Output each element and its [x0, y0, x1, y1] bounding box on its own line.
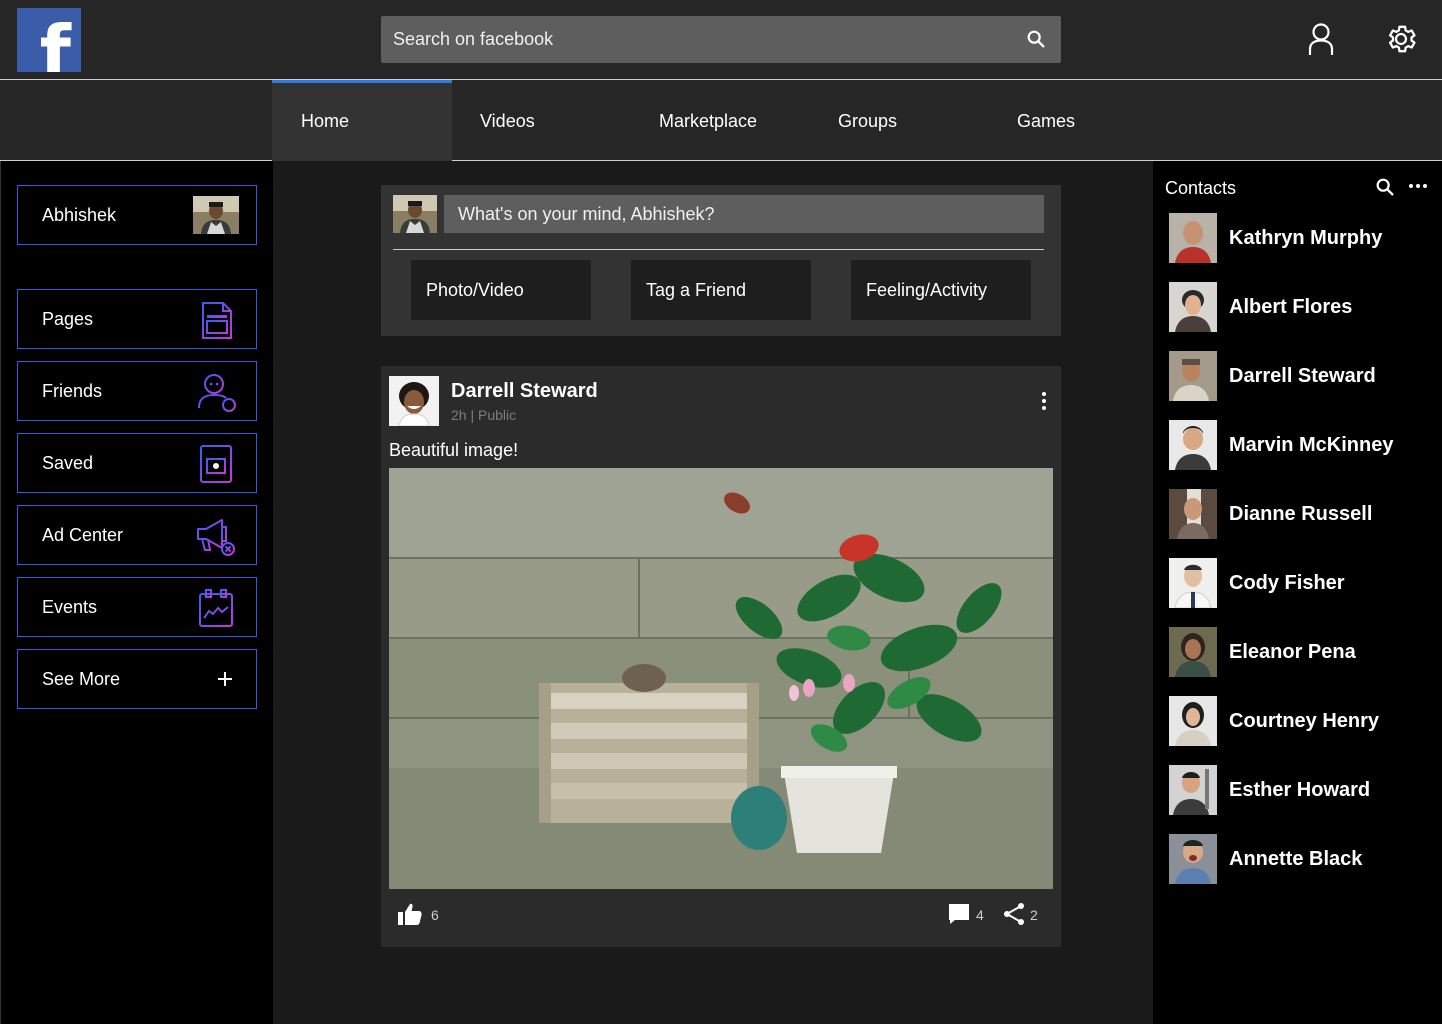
avatar	[193, 196, 239, 234]
sidebar-item-label: Ad Center	[42, 525, 124, 545]
whats-on-your-mind-input[interactable]	[444, 195, 1044, 233]
contact-item[interactable]: Courtney Henry	[1169, 696, 1429, 746]
sidebar-item-label: Events	[42, 597, 98, 617]
avatar	[1169, 558, 1217, 609]
tab-label: Games	[1017, 111, 1076, 131]
action-label: Photo/Video	[426, 280, 524, 300]
contact-name: Courtney Henry	[1229, 710, 1380, 732]
search-icon[interactable]	[1374, 176, 1396, 203]
tab-marketplace[interactable]: Marketplace	[630, 80, 810, 161]
post-image[interactable]	[389, 468, 1053, 889]
action-label: Feeling/Activity	[866, 280, 988, 300]
contact-name: Eleanor Pena	[1229, 641, 1356, 663]
contact-name: Darrell Steward	[1229, 365, 1376, 387]
friends-icon	[194, 370, 238, 414]
contacts-panel: Contacts Kathryn Murphy Albert Flores Da…	[1153, 161, 1442, 1024]
action-label: Tag a Friend	[646, 280, 747, 300]
sidebar-item-events[interactable]: Events	[17, 577, 257, 637]
sidebar-item-friends[interactable]: Friends	[17, 361, 257, 421]
avatar	[1169, 351, 1217, 401]
contact-name: Dianne Russell	[1229, 503, 1373, 525]
pages-icon	[194, 298, 238, 342]
contact-name: Albert Flores	[1229, 296, 1353, 318]
tab-groups[interactable]: Groups	[809, 80, 989, 161]
contact-item[interactable]: Eleanor Pena	[1169, 627, 1429, 677]
tab-videos[interactable]: Videos	[451, 80, 631, 161]
like-count: 6	[431, 907, 439, 923]
contact-item[interactable]: Kathryn Murphy	[1169, 213, 1429, 263]
ad-center-icon	[194, 514, 238, 558]
contact-name: Kathryn Murphy	[1229, 227, 1383, 249]
post-text: Beautiful image!	[389, 440, 519, 460]
search-icon[interactable]	[1025, 28, 1047, 55]
sidebar-profile[interactable]: Abhishek	[17, 185, 257, 245]
avatar	[393, 195, 437, 233]
sidebar-item-label: Friends	[42, 381, 103, 401]
contact-item[interactable]: Albert Flores	[1169, 282, 1429, 332]
events-icon	[194, 586, 238, 630]
contact-item[interactable]: Esther Howard	[1169, 765, 1429, 815]
sidebar-item-label: Pages	[42, 309, 94, 329]
sidebar-item-label: Saved	[42, 453, 94, 473]
tag-friend-button[interactable]: Tag a Friend	[631, 260, 811, 320]
post-author[interactable]: Darrell Steward	[451, 380, 598, 403]
tab-label: Groups	[838, 111, 898, 131]
saved-icon	[194, 442, 238, 486]
contact-name: Annette Black	[1229, 848, 1363, 870]
more-options-icon[interactable]	[1408, 176, 1428, 201]
tab-home[interactable]: Home	[272, 80, 452, 161]
contact-item[interactable]: Annette Black	[1169, 834, 1429, 884]
avatar	[1169, 489, 1217, 539]
contact-item[interactable]: Dianne Russell	[1169, 489, 1429, 539]
comment-count: 4	[976, 907, 984, 923]
search-input[interactable]	[381, 16, 1001, 63]
contact-name: Marvin McKinney	[1229, 434, 1394, 456]
tab-games[interactable]: Games	[988, 80, 1168, 161]
post-meta: 2h | Public	[451, 407, 517, 423]
main-nav: Home Videos Marketplace Groups Games	[0, 80, 1442, 161]
divider	[393, 249, 1044, 250]
avatar	[1169, 834, 1217, 884]
avatar	[1169, 696, 1217, 746]
contact-item[interactable]: Marvin McKinney	[1169, 420, 1429, 470]
sidebar-item-label: See More	[42, 669, 121, 689]
like-icon[interactable]	[397, 902, 423, 931]
plus-icon	[216, 670, 234, 688]
avatar[interactable]	[389, 376, 439, 427]
feeling-activity-button[interactable]: Feeling/Activity	[851, 260, 1031, 320]
comment-icon[interactable]	[947, 902, 971, 931]
avatar	[1169, 420, 1217, 470]
feed-post: Darrell Steward 2h | Public Beautiful im…	[381, 366, 1061, 947]
settings-gear-icon[interactable]	[1384, 22, 1418, 61]
more-options-icon[interactable]	[1037, 390, 1051, 417]
tab-label: Marketplace	[659, 111, 758, 131]
photo-video-button[interactable]: Photo/Video	[411, 260, 591, 320]
sidebar-item-pages[interactable]: Pages	[17, 289, 257, 349]
contact-item[interactable]: Darrell Steward	[1169, 351, 1429, 401]
sidebar-item-saved[interactable]: Saved	[17, 433, 257, 493]
search-bar[interactable]	[381, 16, 1061, 63]
share-icon[interactable]	[1002, 901, 1026, 932]
avatar	[1169, 213, 1217, 263]
contact-name: Esther Howard	[1229, 779, 1371, 801]
profile-icon[interactable]	[1306, 22, 1336, 61]
avatar	[1169, 627, 1217, 677]
see-more-button[interactable]: See More	[17, 649, 257, 709]
share-count: 2	[1030, 907, 1038, 923]
top-bar: f	[0, 0, 1442, 80]
post-composer: Photo/Video Tag a Friend Feeling/Activit…	[381, 185, 1061, 336]
contact-name: Cody Fisher	[1229, 572, 1345, 594]
avatar	[1169, 765, 1217, 815]
logo-letter: f	[39, 10, 71, 72]
tab-label: Home	[301, 111, 350, 131]
facebook-logo[interactable]: f	[17, 8, 81, 72]
contact-item[interactable]: Cody Fisher	[1169, 558, 1429, 609]
sidebar-item-ad-center[interactable]: Ad Center	[17, 505, 257, 565]
tab-label: Videos	[480, 111, 535, 131]
contacts-title: Contacts	[1165, 178, 1237, 198]
avatar	[1169, 282, 1217, 332]
profile-name: Abhishek	[42, 205, 117, 225]
